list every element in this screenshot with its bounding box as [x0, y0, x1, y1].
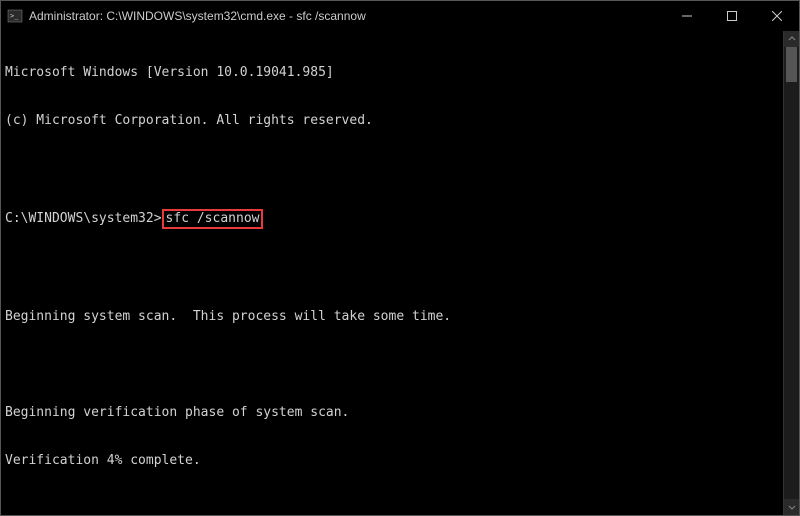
- close-button[interactable]: [754, 1, 799, 31]
- terminal-output[interactable]: Microsoft Windows [Version 10.0.19041.98…: [1, 31, 783, 515]
- vertical-scrollbar[interactable]: [783, 31, 799, 515]
- command-text: sfc /scannow: [166, 211, 260, 226]
- blank-line: [5, 357, 779, 373]
- titlebar[interactable]: >_ Administrator: C:\WINDOWS\system32\cm…: [1, 1, 799, 31]
- scan-begin-line: Beginning system scan. This process will…: [5, 309, 779, 325]
- titlebar-left: >_ Administrator: C:\WINDOWS\system32\cm…: [7, 8, 366, 24]
- scroll-down-arrow-icon[interactable]: [784, 499, 799, 515]
- copyright-line: (c) Microsoft Corporation. All rights re…: [5, 113, 779, 129]
- verification-progress-line: Verification 4% complete.: [5, 453, 779, 469]
- command-highlight: sfc /scannow: [162, 209, 264, 229]
- command-prompt-window: >_ Administrator: C:\WINDOWS\system32\cm…: [0, 0, 800, 516]
- scroll-thumb[interactable]: [786, 47, 797, 82]
- scroll-up-arrow-icon[interactable]: [784, 31, 799, 47]
- minimize-button[interactable]: [664, 1, 709, 31]
- content-area: Microsoft Windows [Version 10.0.19041.98…: [1, 31, 799, 515]
- prompt-line: C:\WINDOWS\system32> sfc /scannow: [5, 209, 779, 229]
- window-controls: [664, 1, 799, 31]
- blank-line: [5, 261, 779, 277]
- scroll-track[interactable]: [784, 47, 799, 499]
- svg-text:>_: >_: [10, 12, 19, 20]
- prompt-text: C:\WINDOWS\system32>: [5, 211, 162, 227]
- window-title: Administrator: C:\WINDOWS\system32\cmd.e…: [29, 9, 366, 23]
- verification-begin-line: Beginning verification phase of system s…: [5, 405, 779, 421]
- blank-line: [5, 161, 779, 177]
- cmd-icon: >_: [7, 8, 23, 24]
- maximize-button[interactable]: [709, 1, 754, 31]
- version-line: Microsoft Windows [Version 10.0.19041.98…: [5, 65, 779, 81]
